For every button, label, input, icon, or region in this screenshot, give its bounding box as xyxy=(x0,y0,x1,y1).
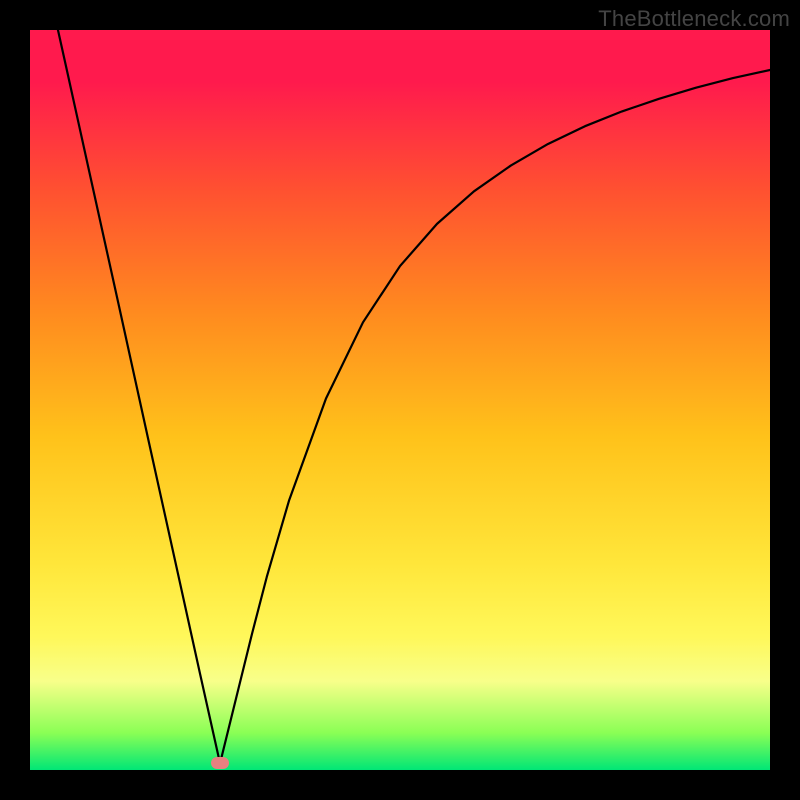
watermark-text: TheBottleneck.com xyxy=(598,6,790,32)
bottleneck-curve xyxy=(30,30,770,770)
chart-plot-area xyxy=(30,30,770,770)
optimal-point-marker xyxy=(211,757,229,769)
